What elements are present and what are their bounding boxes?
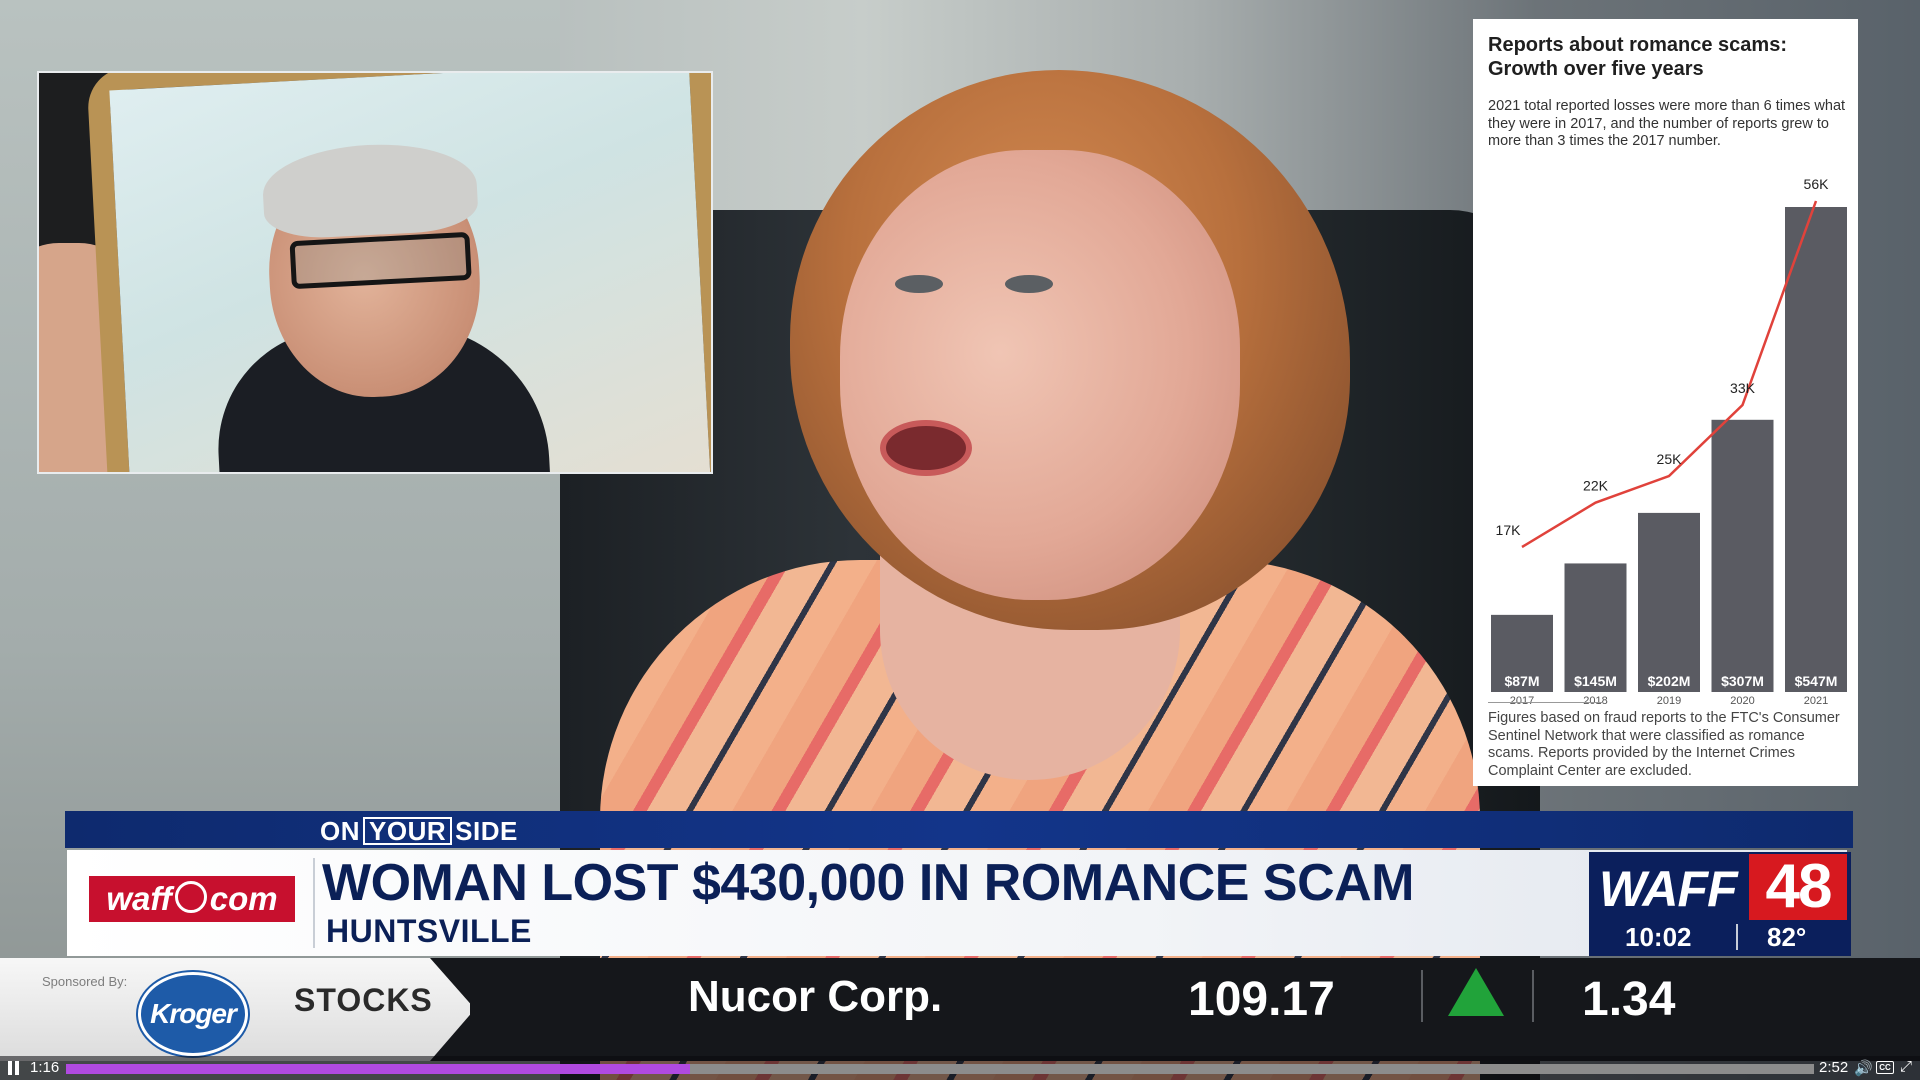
- station-name: WAFF: [1599, 861, 1738, 917]
- stock-ticker: Sponsored By: Kroger STOCKS Nucor Corp. …: [0, 958, 1920, 1061]
- station-temperature: 82°: [1767, 922, 1807, 952]
- banner-divider: [313, 858, 315, 948]
- ticker-change: 1.34: [1582, 973, 1676, 1026]
- bar-value-label: $87M: [1504, 673, 1539, 689]
- bar-2019: [1638, 512, 1700, 692]
- romance-scam-chart: $87M 2017 $145M 2018 $202M 2019 $307M 2020 $547M…: [1491, 176, 1847, 707]
- segment-side: SIDE: [455, 816, 518, 846]
- segment-bar: ON YOUR SIDE: [65, 811, 1853, 848]
- headline-banner: waff com WOMAN LOST $430,000 IN ROMANCE S…: [67, 850, 1847, 956]
- bar-value-label: $145M: [1574, 673, 1617, 689]
- fullscreen-icon[interactable]: ⤢: [1900, 1058, 1912, 1075]
- line-value-label: 22K: [1583, 478, 1609, 494]
- footnote-rule: [1488, 702, 1603, 703]
- ticker-category: STOCKS: [294, 982, 433, 1018]
- line-value-label: 25K: [1657, 451, 1683, 467]
- infographic-footnote: Figures based on fraud reports to the FT…: [1488, 710, 1840, 779]
- arrow-circle-icon: [174, 881, 207, 913]
- line-value-label: 56K: [1804, 176, 1830, 192]
- bar-value-label: $547M: [1795, 673, 1838, 689]
- man-hair: [260, 139, 480, 241]
- glasses: [289, 231, 472, 290]
- ticker-company: Nucor Corp.: [688, 972, 943, 1021]
- current-time: 1:16: [30, 1059, 60, 1076]
- line-value-label: 33K: [1730, 380, 1756, 396]
- infographic-panel: Reports about romance scams: Growth over…: [1473, 19, 1858, 786]
- volume-icon[interactable]: 🔊: [1854, 1059, 1873, 1077]
- line-value-label: 17K: [1496, 522, 1522, 538]
- bar-value-label: $307M: [1721, 673, 1764, 689]
- time-temp-separator: [1736, 924, 1738, 950]
- phone-screen: [109, 73, 711, 472]
- ticker-divider: [1421, 970, 1423, 1022]
- progress-track[interactable]: [66, 1064, 1814, 1074]
- progress-fill: [66, 1064, 691, 1074]
- eye: [895, 275, 943, 293]
- bar-2020: [1711, 419, 1774, 692]
- category-label: 2018: [1583, 695, 1607, 707]
- sponsor-panel: Sponsored By: Kroger STOCKS: [0, 958, 470, 1061]
- duration: 2:52: [1819, 1059, 1849, 1076]
- infographic-subtitle: 2021 total reported losses were more tha…: [1488, 98, 1846, 149]
- bar-2021: [1785, 207, 1847, 692]
- station-bug: WAFF 48 10:02 82°: [1589, 852, 1851, 956]
- station-channel: 48: [1749, 854, 1847, 920]
- sponsored-label: Sponsored By:: [42, 974, 128, 989]
- captions-icon[interactable]: CC: [1876, 1061, 1894, 1074]
- infographic-title: Reports about romance scams: Growth over…: [1488, 34, 1787, 80]
- eye: [1005, 275, 1053, 293]
- ticker-price: 109.17: [1188, 973, 1335, 1026]
- phone: [86, 73, 711, 472]
- site-logo: waff com: [89, 876, 295, 922]
- mouth: [880, 420, 972, 476]
- site-logo-left: waff: [106, 880, 172, 917]
- kroger-logo: Kroger: [138, 972, 248, 1056]
- station-time: 10:02: [1625, 922, 1692, 952]
- bar-value-label: $202M: [1648, 673, 1691, 689]
- segment-label: ON YOUR SIDE: [320, 816, 518, 847]
- pause-icon[interactable]: [8, 1061, 22, 1075]
- category-label: 2020: [1730, 695, 1754, 707]
- headline: WOMAN LOST $430,000 IN ROMANCE SCAM: [322, 854, 1415, 912]
- category-label: 2017: [1510, 695, 1534, 707]
- player-controls: 1:16 2:52 🔊 CC ⤢: [0, 1056, 1920, 1080]
- location: HUNTSVILLE: [326, 913, 532, 949]
- site-logo-right: com: [209, 880, 278, 917]
- category-label: 2021: [1804, 695, 1828, 707]
- category-label: 2019: [1657, 695, 1681, 707]
- segment-your: YOUR: [363, 817, 453, 845]
- woman-face: [840, 150, 1240, 600]
- up-arrow-icon: [1448, 968, 1504, 1016]
- inset-phone-photo: [37, 71, 713, 474]
- segment-on: ON: [320, 816, 360, 846]
- ticker-divider: [1532, 970, 1534, 1022]
